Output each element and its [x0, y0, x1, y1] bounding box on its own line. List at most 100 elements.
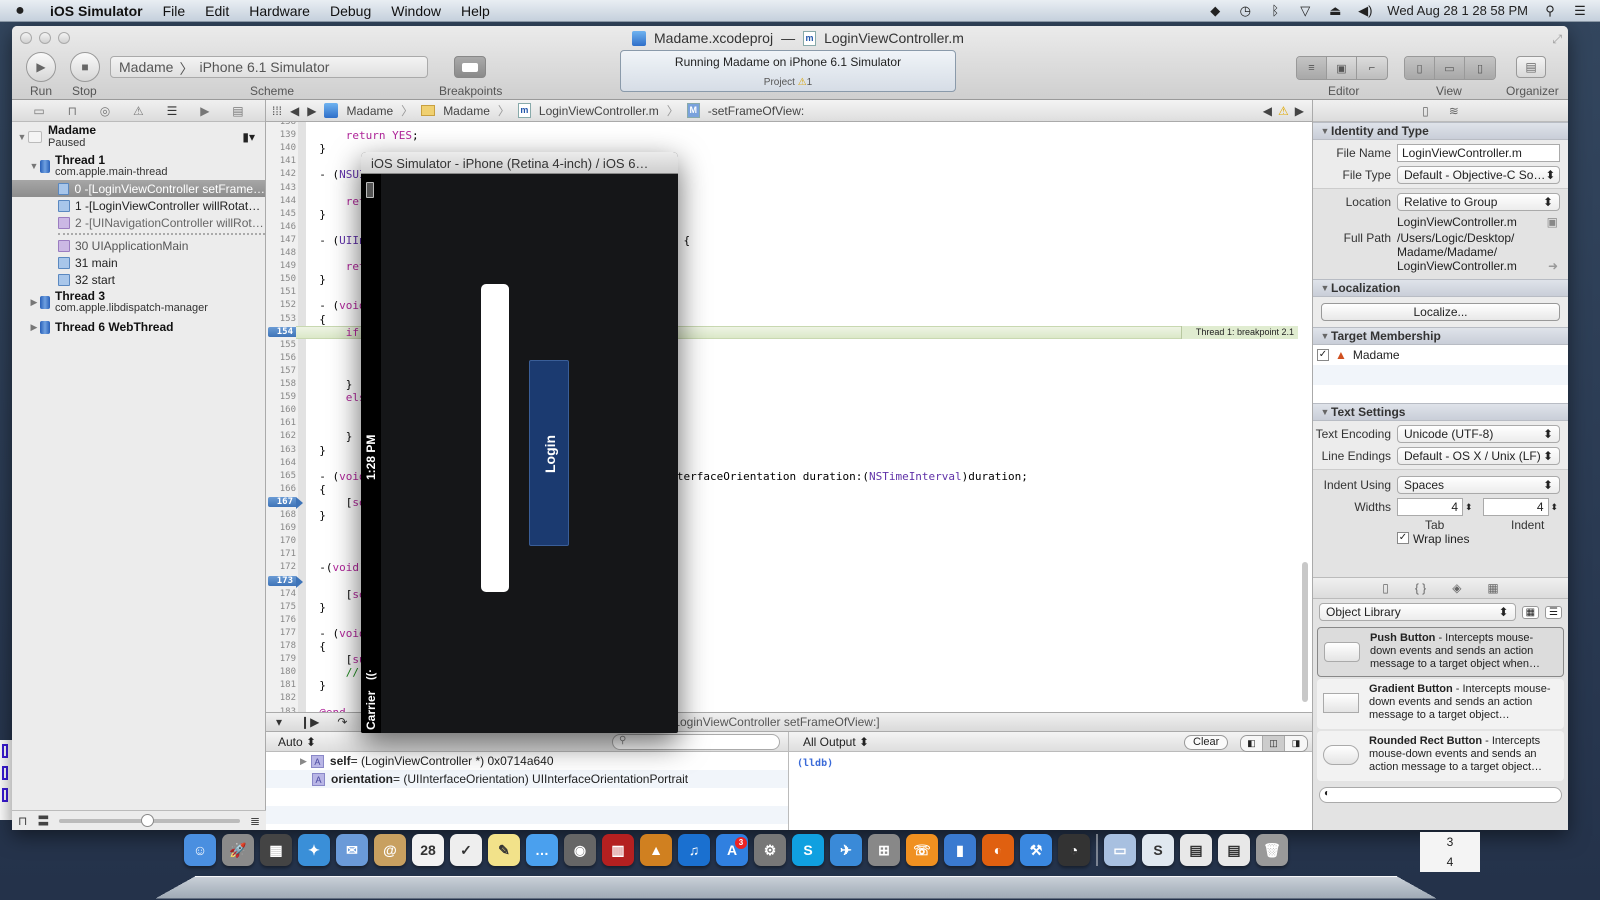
- media-library-icon[interactable]: ▦: [1487, 581, 1498, 595]
- toggle-utilities-button[interactable]: ▯: [1465, 57, 1495, 79]
- line-number[interactable]: 162: [266, 431, 296, 441]
- dock-window-skype-icon[interactable]: S: [1142, 834, 1174, 866]
- line-number[interactable]: 181: [266, 680, 296, 690]
- code-line[interactable]: }: [306, 142, 326, 155]
- dock-openoffice-icon[interactable]: ✈: [830, 834, 862, 866]
- file-name-field[interactable]: LoginViewController.m: [1397, 144, 1560, 162]
- menu-hardware[interactable]: Hardware: [239, 3, 320, 19]
- dock-window-finder-icon[interactable]: ▤: [1180, 834, 1212, 866]
- code-line[interactable]: [306, 575, 319, 588]
- variable-row[interactable]: ▶ A self = (LoginViewController *) 0x071…: [266, 752, 788, 770]
- variables-scope-select[interactable]: Auto ⬍: [278, 735, 316, 749]
- line-number[interactable]: 144: [266, 196, 296, 206]
- menu-file[interactable]: File: [153, 3, 196, 19]
- code-line[interactable]: [306, 535, 319, 548]
- line-number[interactable]: 182: [266, 693, 296, 703]
- slider-thumb[interactable]: [140, 813, 154, 827]
- minimize-window-button[interactable]: [39, 32, 51, 44]
- collapsed-frames-separator[interactable]: [58, 233, 265, 235]
- version-editor-button[interactable]: ⌐: [1357, 57, 1387, 79]
- disclosure-triangle-icon[interactable]: ▼: [1319, 331, 1331, 341]
- back-button[interactable]: ◀: [290, 104, 299, 118]
- disclosure-triangle-icon[interactable]: ▼: [28, 161, 40, 171]
- standard-editor-button[interactable]: ≡: [1297, 57, 1327, 79]
- line-endings-select[interactable]: Default - OS X / Unix (LF) ⬍: [1397, 447, 1560, 465]
- assistant-editor-button[interactable]: ▣: [1327, 57, 1357, 79]
- line-number[interactable]: 172: [266, 562, 296, 572]
- issue-warning-icon[interactable]: ⚠: [1278, 104, 1289, 118]
- dock-mission-control-icon[interactable]: ▦: [260, 834, 292, 866]
- library-filter-field[interactable]: ◐: [1319, 787, 1562, 803]
- menu-debug[interactable]: Debug: [320, 3, 381, 19]
- code-line[interactable]: }: [306, 378, 353, 391]
- object-library-icon[interactable]: ◈: [1452, 581, 1461, 595]
- code-line[interactable]: [306, 122, 319, 129]
- library-item[interactable]: Gradient Button - Intercepts mouse-down …: [1317, 679, 1564, 729]
- line-number[interactable]: 148: [266, 248, 296, 258]
- code-line[interactable]: [306, 247, 319, 260]
- dock-launchpad-icon[interactable]: 🚀: [222, 834, 254, 866]
- thread-filter-icon[interactable]: ▮▾: [242, 130, 255, 144]
- line-number[interactable]: 151: [266, 287, 296, 297]
- line-number[interactable]: 156: [266, 353, 296, 363]
- breakpoint-marker[interactable]: 154: [268, 326, 303, 339]
- code-line[interactable]: {: [306, 313, 326, 326]
- text-settings-section-header[interactable]: ▼ Text Settings: [1313, 403, 1568, 421]
- editor-gutter[interactable]: 138 139 140 141 142 143 144 145 146 147 148 149 150 1…: [266, 122, 306, 712]
- line-number[interactable]: 146: [266, 222, 296, 232]
- quick-help-icon[interactable]: ≋: [1449, 104, 1459, 118]
- location-select[interactable]: Relative to Group ⬍: [1397, 193, 1560, 211]
- dock-app-store-icon[interactable]: A3: [716, 834, 748, 866]
- line-number[interactable]: 179: [266, 654, 296, 664]
- bluetooth-icon[interactable]: ᛒ: [1267, 3, 1283, 19]
- library-item[interactable]: Rounded Rect Button - Intercepts mouse-d…: [1317, 731, 1564, 781]
- file-type-select[interactable]: Default - Objective-C So… ⬍: [1397, 166, 1560, 184]
- process-row[interactable]: ▼ Madame Paused ▮▾: [12, 122, 265, 152]
- show-variables-only-button[interactable]: ◧: [1241, 736, 1263, 751]
- console-output[interactable]: (lldb): [788, 752, 1312, 830]
- line-number[interactable]: 164: [266, 458, 296, 468]
- step-over-icon[interactable]: ↷: [337, 715, 347, 729]
- localization-section-header[interactable]: ▼ Localization: [1313, 279, 1568, 297]
- warning-icon[interactable]: ⚠: [798, 77, 807, 88]
- code-line[interactable]: [306, 339, 319, 352]
- breakpoint-annotation[interactable]: Thread 1: breakpoint 2.1: [1180, 325, 1298, 339]
- toggle-navigator-button[interactable]: ▯: [1405, 57, 1435, 79]
- dock-skype-icon[interactable]: S: [792, 834, 824, 866]
- thread-row[interactable]: ▼ Thread 1 com.apple.main-thread: [12, 152, 265, 180]
- code-line[interactable]: [306, 522, 319, 535]
- breakpoint-navigator-icon[interactable]: ▶: [200, 104, 209, 118]
- dock-xcode-icon[interactable]: ⚒: [1020, 834, 1052, 866]
- line-number[interactable]: 138: [266, 122, 296, 127]
- next-issue-button[interactable]: ▶: [1295, 104, 1304, 118]
- line-number[interactable]: 171: [266, 549, 296, 559]
- dock-finder-icon[interactable]: ☺: [184, 834, 216, 866]
- line-number[interactable]: 170: [266, 536, 296, 546]
- file-template-library-icon[interactable]: ▯: [1382, 581, 1389, 595]
- dock-window-xcode-icon[interactable]: ▤: [1218, 834, 1250, 866]
- disclosure-triangle-icon[interactable]: ▶: [28, 322, 40, 333]
- project-navigator-icon[interactable]: ▭: [33, 104, 44, 118]
- dock-facetime-icon[interactable]: ◉: [564, 834, 596, 866]
- code-line[interactable]: [306, 692, 319, 705]
- stack-compression-slider[interactable]: [59, 813, 240, 827]
- warning-count[interactable]: 1: [807, 77, 813, 88]
- line-number[interactable]: 166: [266, 484, 296, 494]
- dock-calendar-icon[interactable]: 28: [412, 834, 444, 866]
- stop-button[interactable]: ■: [70, 52, 100, 82]
- code-line[interactable]: [306, 221, 319, 234]
- stack-frame-row[interactable]: 30 UIApplicationMain: [12, 237, 265, 254]
- line-number[interactable]: 143: [266, 183, 296, 193]
- code-line[interactable]: }: [306, 273, 326, 286]
- menu-app-name[interactable]: iOS Simulator: [40, 3, 153, 19]
- line-number[interactable]: 163: [266, 445, 296, 455]
- line-number[interactable]: 149: [266, 261, 296, 271]
- line-number[interactable]: 176: [266, 615, 296, 625]
- code-line[interactable]: return YES;: [306, 129, 419, 142]
- login-button[interactable]: Login: [529, 360, 569, 546]
- login-text-field[interactable]: [481, 284, 509, 592]
- target-checkbox[interactable]: ✓: [1317, 349, 1329, 361]
- grid-view-icon[interactable]: ▦: [1521, 605, 1540, 619]
- indent-width-field[interactable]: 4: [1482, 498, 1549, 516]
- line-number[interactable]: 178: [266, 641, 296, 651]
